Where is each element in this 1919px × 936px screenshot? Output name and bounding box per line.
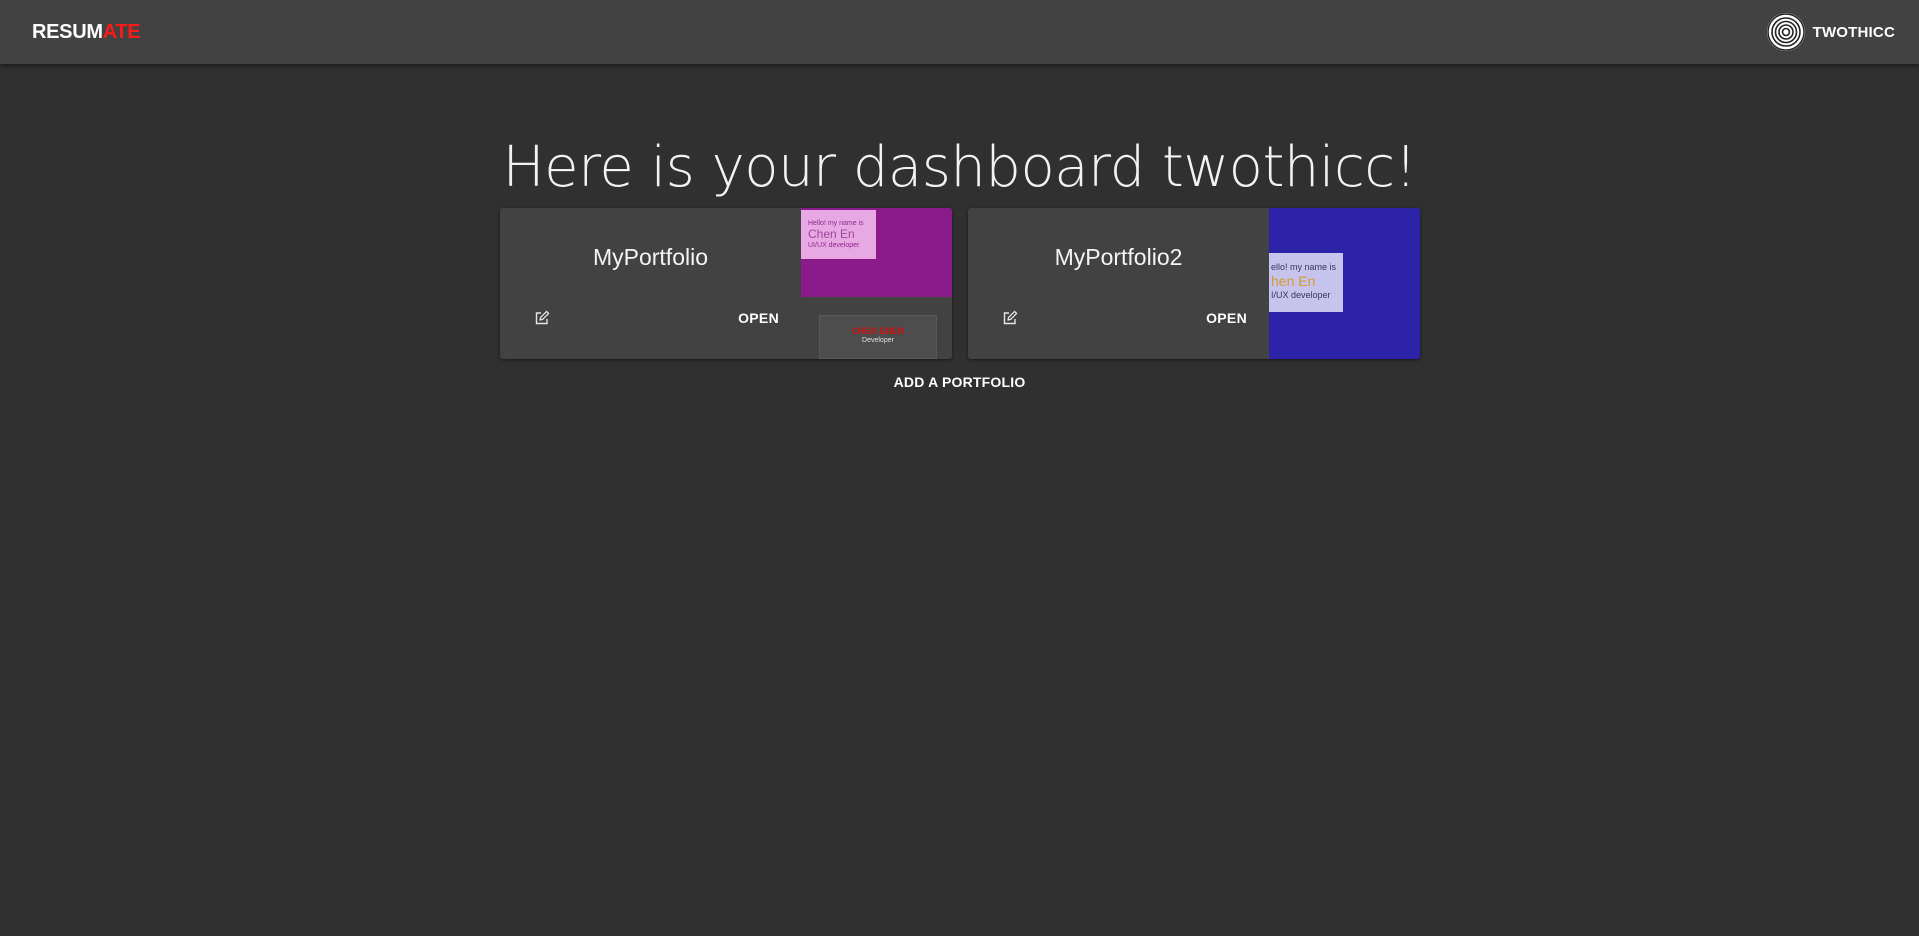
logo[interactable]: RESUM ATE — [32, 20, 141, 44]
edit-portfolio-button[interactable] — [530, 306, 554, 330]
preview-intro-box: ello! my name is hen En I/UX developer — [1269, 253, 1343, 312]
open-portfolio-button[interactable]: OPEN — [730, 305, 787, 331]
logo-text-primary: RESUM — [32, 20, 103, 43]
open-portfolio-button[interactable]: OPEN — [1198, 305, 1255, 331]
edit-icon — [1003, 310, 1018, 325]
preview-person-name: Chen En — [808, 227, 855, 241]
app-bar: RESUM ATE TWOTHICC — [0, 0, 1919, 64]
user-menu[interactable]: TWOTHICC — [1766, 13, 1895, 51]
preview-greeting: ello! my name is — [1271, 262, 1337, 272]
portfolio-card-body: MyPortfolio2 OPEN — [968, 208, 1269, 359]
edit-icon — [535, 310, 550, 325]
preview-card-name: CHEN ENEN — [851, 326, 905, 336]
concentric-circles-avatar-icon — [1766, 13, 1805, 51]
add-portfolio-container: ADD A PORTFOLIO — [0, 374, 1919, 390]
preview-intro-box: Hello! my name is Chen En UI/UX develope… — [801, 210, 876, 259]
portfolio-card-body: MyPortfolio OPEN — [500, 208, 801, 359]
portfolio-list: MyPortfolio OPEN Hello! my name is Chen … — [500, 208, 1420, 359]
portfolio-name: MyPortfolio — [592, 244, 709, 270]
portfolio-preview-thumbnail[interactable]: Hello! my name is Chen En UI/UX develope… — [801, 208, 952, 359]
avatar[interactable] — [1766, 13, 1805, 51]
page-title: Here is your dashboard twothicc! — [502, 135, 1417, 200]
portfolio-preview-thumbnail[interactable]: ello! my name is hen En I/UX developer — [1269, 208, 1420, 359]
edit-portfolio-button[interactable] — [998, 306, 1022, 330]
preview-person-name: hen En — [1271, 273, 1316, 289]
portfolio-card: MyPortfolio OPEN Hello! my name is Chen … — [500, 208, 952, 359]
preview-card-role: Developer — [862, 337, 894, 344]
preview-name-card: CHEN ENEN Developer — [819, 315, 937, 359]
portfolio-name: MyPortfolio2 — [1054, 244, 1183, 270]
logo-text-accent: ATE — [102, 20, 141, 43]
add-portfolio-button[interactable]: ADD A PORTFOLIO — [886, 370, 1034, 394]
preview-role: UI/UX developer — [808, 242, 860, 249]
preview-role: I/UX developer — [1271, 290, 1331, 300]
portfolio-card: MyPortfolio2 OPEN ello! my name is hen E… — [968, 208, 1420, 359]
username[interactable]: TWOTHICC — [1813, 24, 1895, 41]
